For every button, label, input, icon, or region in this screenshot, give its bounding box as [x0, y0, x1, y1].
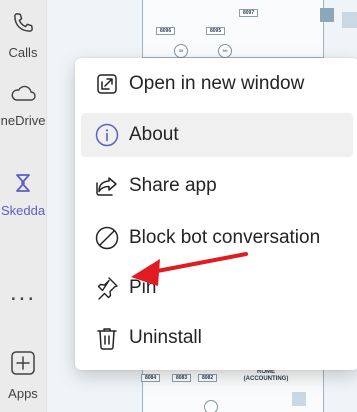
- rail-item-label: Apps: [8, 386, 38, 401]
- cloud-icon: [9, 82, 37, 109]
- menu-item-label: Share app: [129, 175, 217, 196]
- phone-icon: [10, 10, 36, 41]
- block-icon: [91, 222, 123, 254]
- apps-icon: [9, 349, 37, 382]
- menu-item-label: Open in new window: [129, 73, 305, 94]
- room-tag: 8096: [156, 27, 176, 35]
- rail-item-label: Calls: [8, 45, 38, 60]
- room-tag: 8095: [206, 27, 226, 35]
- rail-item-label: OneDrive: [0, 113, 46, 128]
- rail-item-skedda[interactable]: Skedda: [0, 160, 46, 230]
- desk-marker: 5H: [218, 44, 232, 58]
- rail-item-more[interactable]: ...: [0, 258, 46, 328]
- floorplan-block: [342, 12, 357, 28]
- rail-item-apps[interactable]: Apps: [0, 340, 46, 410]
- room-tag: 8083: [172, 374, 192, 382]
- desk-marker: [204, 400, 218, 412]
- menu-item-label: Pin: [129, 277, 157, 298]
- room-tag: 8084: [141, 374, 161, 382]
- menu-item-about[interactable]: About: [81, 113, 353, 157]
- menu-item-pin[interactable]: Pin: [81, 266, 353, 310]
- floorplan-block: [320, 8, 334, 22]
- menu-item-label: About: [129, 124, 179, 145]
- rail-item-label: Skedda: [0, 203, 46, 218]
- info-icon: [91, 119, 123, 151]
- menu-item-share-app[interactable]: Share app: [81, 164, 353, 208]
- desk-marker: 35: [174, 44, 188, 58]
- menu-item-label: Uninstall: [129, 327, 202, 348]
- menu-item-label: Block bot conversation: [129, 227, 321, 248]
- open-in-new-window-icon: [91, 68, 123, 100]
- more-icon: ...: [9, 279, 36, 306]
- menu-item-uninstall[interactable]: Uninstall: [81, 316, 353, 360]
- share-icon: [91, 170, 123, 202]
- room-name-line: (ACCOUNTING): [243, 376, 289, 382]
- pin-icon: [91, 272, 123, 304]
- menu-item-open-in-new-window[interactable]: Open in new window: [81, 62, 353, 106]
- floorplan-block: [292, 392, 306, 406]
- app-context-menu: Open in new window About Share app Block…: [75, 58, 357, 370]
- room-name-line: ROME: [257, 369, 275, 375]
- trash-icon: [91, 322, 123, 354]
- skedda-icon: [12, 172, 34, 199]
- room-name: ROME (ACCOUNTING): [236, 369, 296, 383]
- menu-item-block-bot-conversation[interactable]: Block bot conversation: [81, 216, 353, 260]
- room-tag: 8097: [239, 9, 259, 17]
- rail-item-onedrive[interactable]: OneDrive: [0, 70, 46, 140]
- room-tag: 8082: [198, 374, 218, 382]
- rail-item-calls[interactable]: Calls: [0, 0, 46, 70]
- app-rail: Calls OneDrive Skedda ... Apps: [0, 0, 47, 412]
